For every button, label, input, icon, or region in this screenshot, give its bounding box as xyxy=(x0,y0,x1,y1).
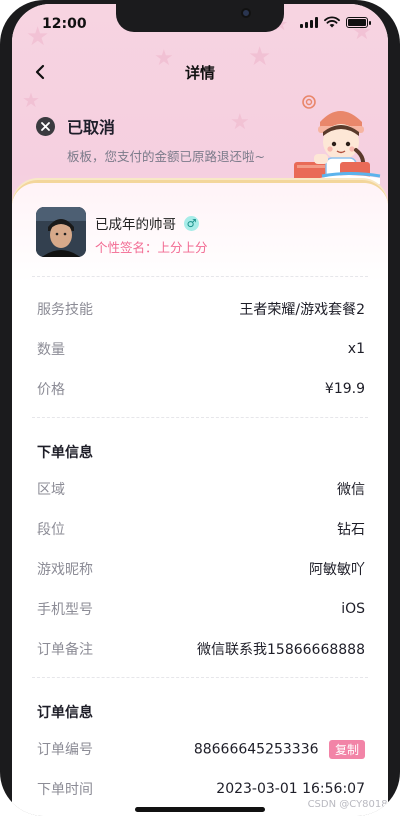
region-row: 区域 微信 xyxy=(37,478,365,500)
status-time: 12:00 xyxy=(42,16,87,32)
phone-model-row: 手机型号 iOS xyxy=(37,598,365,620)
close-circle-icon xyxy=(36,116,55,136)
row-value: iOS xyxy=(341,601,365,617)
star-decoration: ★ xyxy=(22,88,40,112)
row-label: 区域 xyxy=(37,482,65,498)
row-value: 阿敏敏吖 xyxy=(309,562,365,578)
row-value: 王者荣耀/游戏套餐2 xyxy=(239,302,365,318)
row-value: x1 xyxy=(347,341,365,357)
status-icons xyxy=(300,16,371,28)
service-skill-row: 服务技能 王者荣耀/游戏套餐2 xyxy=(37,298,365,320)
row-value: 2023-03-01 16:56:07 xyxy=(216,781,365,797)
nav-bar: 详情 xyxy=(12,56,388,88)
row-label: 订单备注 xyxy=(37,642,93,658)
row-label: 数量 xyxy=(37,342,65,358)
signal-icon xyxy=(300,16,318,28)
row-label: 服务技能 xyxy=(37,302,93,318)
order-input-section-title: 下单信息 xyxy=(37,445,93,461)
divider xyxy=(32,677,368,678)
order-detail-card: 已成年的帅哥 ♂ 个性签名：上分上分 服务技能 王者荣耀/游戏套餐2 数量 x1… xyxy=(12,180,388,816)
phone-frame: ★ ★ ★ ★ ★ ★ ★ 12:00 xyxy=(0,0,400,816)
row-label: 手机型号 xyxy=(37,602,93,618)
status-title: 已取消 xyxy=(67,118,116,137)
notch xyxy=(116,4,284,32)
page-title: 详情 xyxy=(184,64,215,82)
user-name: 已成年的帅哥 xyxy=(95,217,176,233)
rank-row: 段位 钻石 xyxy=(37,518,365,540)
user-signature: 个性签名：上分上分 xyxy=(95,240,208,255)
screen: ★ ★ ★ ★ ★ ★ ★ 12:00 xyxy=(12,4,388,816)
row-value: 微信联系我15866668888 xyxy=(197,642,365,658)
row-value: 钻石 xyxy=(337,522,365,538)
order-note-row: 订单备注 微信联系我15866668888 xyxy=(37,638,365,660)
row-label: 订单编号 xyxy=(37,742,93,758)
order-info-section-title: 订单信息 xyxy=(37,705,93,721)
order-number: 88666645253336 xyxy=(193,741,319,757)
order-number-row: 订单编号 88666645253336 复制 xyxy=(37,738,365,760)
row-label: 下单时间 xyxy=(37,782,93,798)
row-label: 游戏昵称 xyxy=(37,562,93,578)
star-decoration: ★ xyxy=(230,110,250,135)
order-status: 已取消 xyxy=(36,114,115,138)
divider xyxy=(32,276,368,277)
order-number-value-group: 88666645253336 复制 xyxy=(193,739,365,759)
divider xyxy=(32,417,368,418)
row-value: ¥19.9 xyxy=(324,381,365,397)
row-label: 价格 xyxy=(37,382,65,398)
home-indicator xyxy=(135,807,265,812)
game-nickname-row: 游戏昵称 阿敏敏吖 xyxy=(37,558,365,580)
mascot-illustration xyxy=(294,95,381,184)
camera xyxy=(241,8,251,18)
copy-button[interactable]: 复制 xyxy=(328,739,365,759)
status-description: 板板，您支付的金额已原路退还啦~ xyxy=(67,149,265,164)
user-name-row: 已成年的帅哥 ♂ xyxy=(95,213,199,233)
avatar[interactable] xyxy=(36,207,86,257)
quantity-row: 数量 x1 xyxy=(37,338,365,360)
battery-icon xyxy=(346,16,371,28)
row-label: 段位 xyxy=(37,522,65,538)
watermark: CSDN @CY80186 xyxy=(307,799,394,810)
wifi-icon xyxy=(324,16,340,28)
male-icon: ♂ xyxy=(184,215,199,231)
price-row: 价格 ¥19.9 xyxy=(37,378,365,400)
row-value: 微信 xyxy=(337,482,365,498)
order-time-row: 下单时间 2023-03-01 16:56:07 xyxy=(37,778,365,800)
